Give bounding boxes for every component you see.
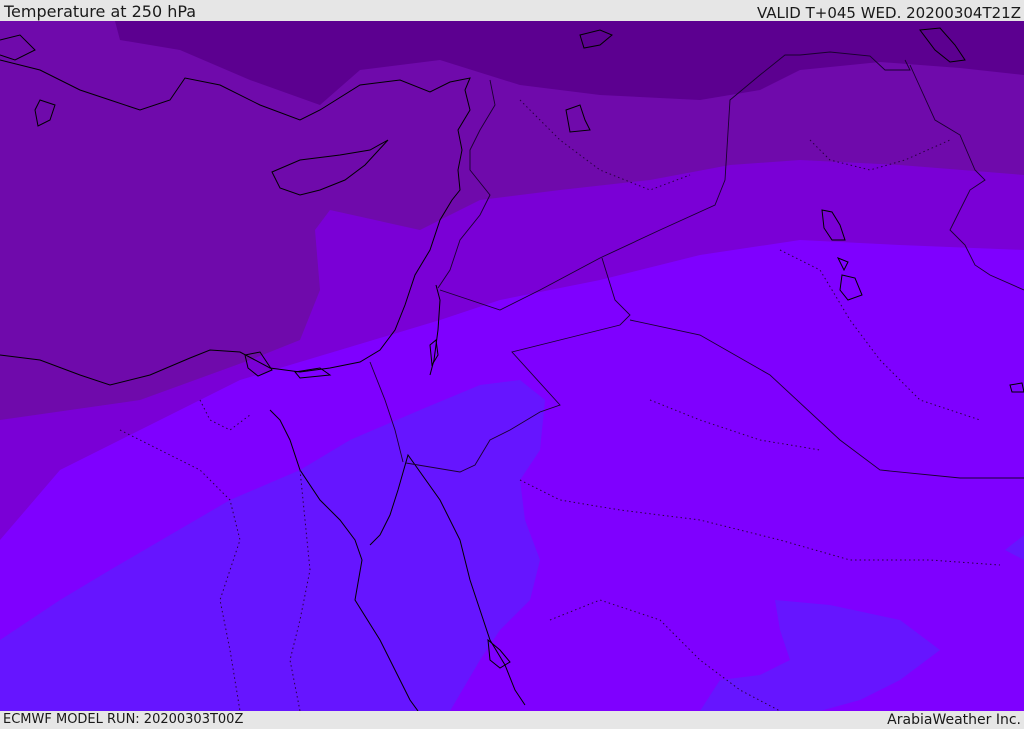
footer-bar: ECMWF MODEL RUN: 20200303T00Z ArabiaWeat…	[0, 711, 1024, 729]
model-run-label: ECMWF MODEL RUN: 20200303T00Z	[3, 712, 244, 727]
credit-label: ArabiaWeather Inc.	[887, 712, 1021, 728]
map-title: Temperature at 250 hPa	[4, 2, 197, 21]
map-canvas[interactable]	[0, 21, 1024, 711]
temperature-map	[0, 21, 1024, 711]
header-bar: Temperature at 250 hPa VALID T+045 WED. …	[0, 0, 1024, 22]
valid-time: VALID T+045 WED. 20200304T21Z	[756, 4, 1021, 22]
